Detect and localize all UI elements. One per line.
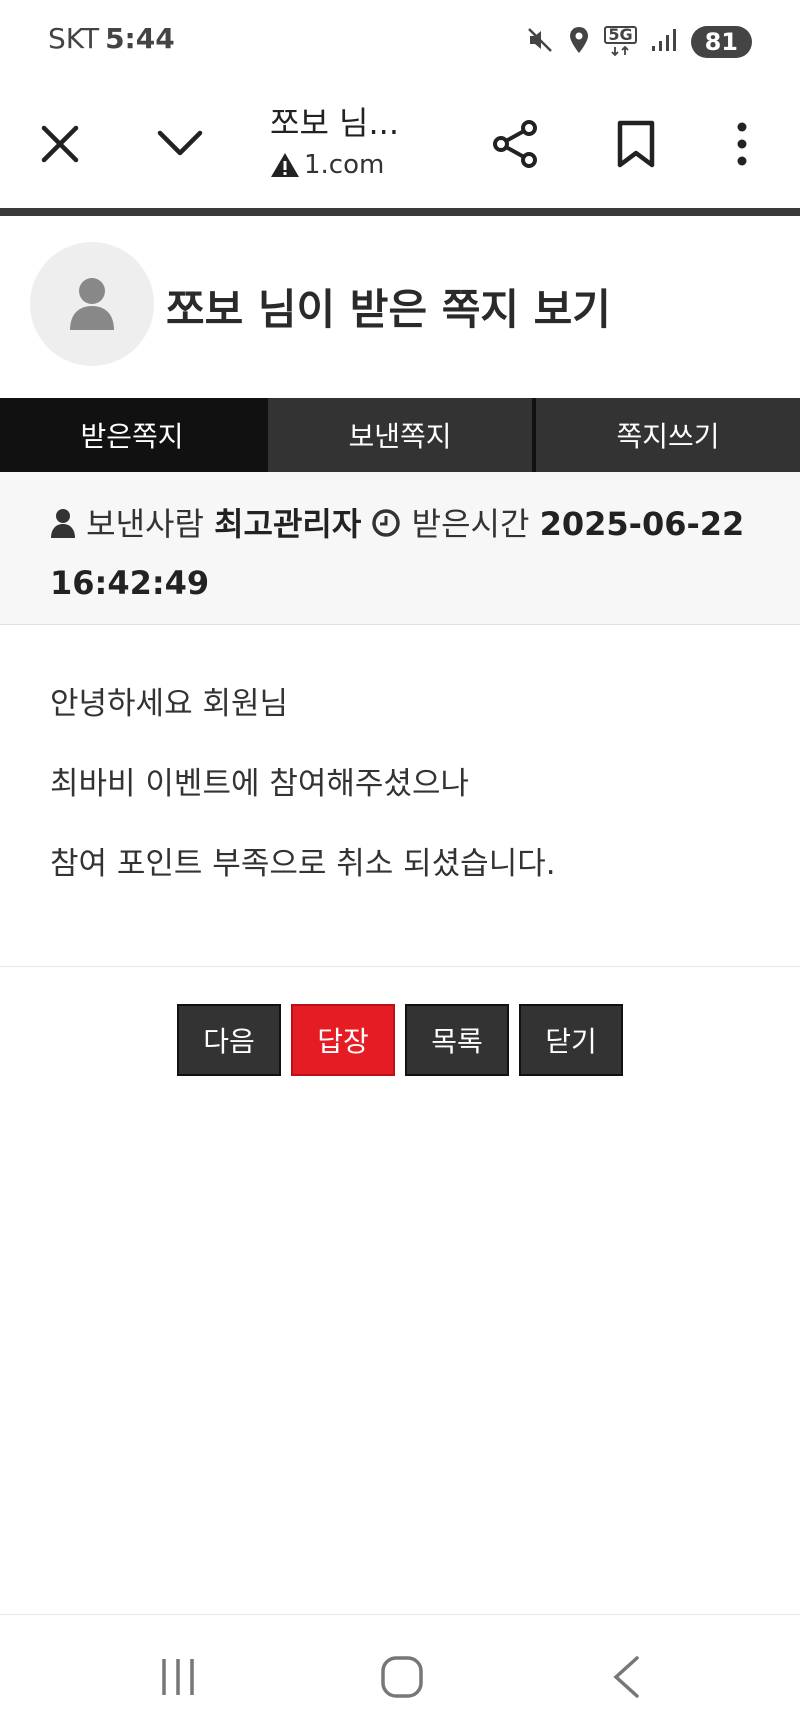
share-icon [493,120,537,168]
carrier: SKT [48,22,100,55]
time-label: 받은시간 [411,505,530,543]
close-tab-button[interactable] [24,108,96,180]
reply-button[interactable]: 답장 [291,1004,395,1076]
recent-apps-button[interactable] [138,1645,218,1709]
page-info[interactable]: 쪼보 님... 1.com [270,98,470,180]
home-button[interactable] [362,1645,442,1709]
list-button[interactable]: 목록 [405,1004,509,1076]
status-icons: 5G 81 [526,22,752,62]
sender-name: 최고관리자 [214,505,362,543]
bookmark-button[interactable] [600,108,672,180]
close-icon [41,125,79,163]
battery-level: 81 [690,26,752,58]
next-button[interactable]: 다음 [177,1004,281,1076]
bookmark-icon [617,120,655,168]
clock-icon [371,499,401,555]
avatar [30,242,154,366]
message-info: 보낸사람 최고관리자 받은시간 2025-06-22 16:42:49 [0,472,800,625]
network-5g-icon: 5G [604,26,637,58]
recent-apps-icon [162,1659,194,1695]
message-line: 최바비 이벤트에 참여해주셨으나 [50,766,469,802]
chevron-down-icon [157,130,203,156]
message-body: 안녕하세요 회원님 최바비 이벤트에 참여해주셨으나 참여 포인트 부족으로 취… [0,624,800,967]
system-nav-bar [0,1614,800,1735]
message-actions: 다음 답장 목록 닫기 [0,1004,800,1076]
close-button[interactable]: 닫기 [519,1004,623,1076]
page-title: 쪼보 님이 받은 쪽지 보기 [166,285,611,334]
mute-icon [526,26,554,58]
warning-icon [271,153,299,177]
browser-toolbar: 쪼보 님... 1.com [0,84,800,210]
page-header: 쪼보 님이 받은 쪽지 보기 [0,216,800,398]
message-line: 참여 포인트 부족으로 취소 되셨습니다. [50,846,556,882]
back-icon [613,1656,639,1698]
network-label: 5G [604,26,637,44]
toolbar-divider [0,208,800,216]
tab-sent[interactable]: 보낸쪽지 [264,398,532,472]
back-button[interactable] [586,1645,666,1709]
signal-icon [651,28,677,56]
location-icon [568,26,590,58]
tab-received[interactable]: 받은쪽지 [0,398,264,472]
share-button[interactable] [480,108,552,180]
status-bar: SKT 5:44 5G 81 [0,0,800,84]
clock: 5:44 [105,22,175,55]
user-icon [50,499,76,555]
memo-tabs: 받은쪽지 보낸쪽지 쪽지쓰기 [0,398,800,472]
minimize-button[interactable] [144,108,216,180]
message-line: 안녕하세요 회원님 [50,686,289,722]
url-text: 1.com [304,150,385,180]
url-row: 1.com [270,150,470,180]
user-icon [70,278,114,330]
status-left: SKT 5:44 [48,22,175,55]
more-menu-button[interactable] [706,108,778,180]
sender-label: 보낸사람 [86,505,204,543]
more-vertical-icon [737,122,747,166]
home-icon [381,1656,423,1698]
message-meta: 보낸사람 최고관리자 받은시간 2025-06-22 16:42:49 [50,496,770,611]
browser-page-title: 쪼보 님... [270,104,400,142]
tab-write[interactable]: 쪽지쓰기 [532,398,800,472]
